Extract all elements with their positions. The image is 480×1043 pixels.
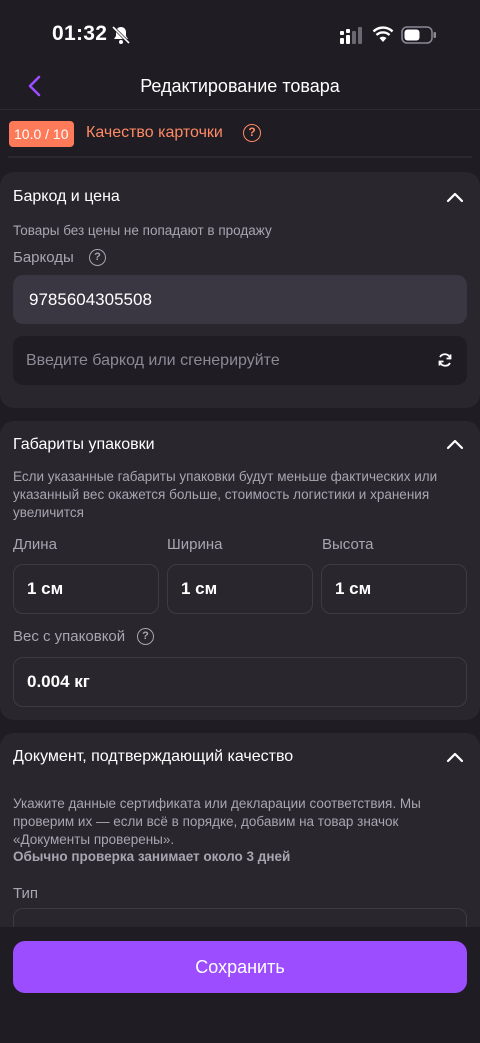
status-bar: 01:32 <box>0 0 480 70</box>
height-label: Высота <box>322 536 374 553</box>
divider <box>8 156 472 158</box>
navigation-bar: Редактирование товара <box>0 66 480 110</box>
battery-icon <box>401 26 436 44</box>
weight-help-icon[interactable]: ? <box>137 628 154 645</box>
height-input[interactable]: 1 см <box>321 564 467 614</box>
length-label: Длина <box>13 536 57 553</box>
document-section-title: Документ, подтверждающий качество <box>13 748 294 765</box>
quality-score-badge: 10.0 / 10 <box>9 121 74 147</box>
width-label: Ширина <box>167 536 223 553</box>
package-hint: Если указанные габариты упаковки будут м… <box>13 469 438 520</box>
barcode-hint: Товары без цены не попадают в продажу <box>13 223 272 238</box>
weight-label: Вес с упаковкой <box>13 628 126 645</box>
barcode-section-title: Баркод и цена <box>13 188 120 205</box>
document-hint: Укажите данные сертификата или деклараци… <box>13 796 421 847</box>
width-value: 1 см <box>181 579 218 598</box>
weight-value: 0.004 кг <box>27 672 90 691</box>
document-hint-bold: Обычно проверка занимает около 3 дней <box>13 849 291 864</box>
generate-barcode-icon[interactable] <box>437 352 453 368</box>
type-label: Тип <box>13 885 39 902</box>
barcode-field[interactable]: 9785604305508 <box>13 275 467 324</box>
barcode-value: 9785604305508 <box>29 289 152 309</box>
length-value: 1 см <box>27 579 64 598</box>
card-quality-row: 10.0 / 10 Качество карточки ? <box>9 121 479 147</box>
new-barcode-placeholder: Введите баркод или сгенерируйте <box>26 351 280 369</box>
chevron-up-icon[interactable] <box>446 191 464 203</box>
weight-input[interactable]: 0.004 кг <box>13 657 467 707</box>
save-button[interactable]: Сохранить <box>13 941 467 993</box>
package-section: Габариты упаковки Если указанные габарит… <box>0 421 480 720</box>
quality-label: Качество карточки <box>86 124 223 141</box>
length-input[interactable]: 1 см <box>13 564 159 614</box>
barcodes-help-icon[interactable]: ? <box>89 249 106 266</box>
page-title: Редактирование товара <box>140 76 340 96</box>
package-section-title: Габариты упаковки <box>13 436 155 453</box>
quality-help-icon[interactable]: ? <box>243 124 261 142</box>
cellular-signal-icon <box>340 27 362 44</box>
width-input[interactable]: 1 см <box>167 564 313 614</box>
status-time: 01:32 <box>52 22 108 45</box>
chevron-up-icon[interactable] <box>446 438 464 450</box>
new-barcode-input[interactable]: Введите баркод или сгенерируйте <box>13 336 467 385</box>
wifi-icon <box>372 26 394 42</box>
bell-off-icon <box>111 25 131 45</box>
barcodes-label: Баркоды <box>13 249 74 266</box>
height-value: 1 см <box>335 579 372 598</box>
chevron-up-icon[interactable] <box>446 751 464 763</box>
barcode-section: Баркод и цена Товары без цены не попадаю… <box>0 172 480 408</box>
